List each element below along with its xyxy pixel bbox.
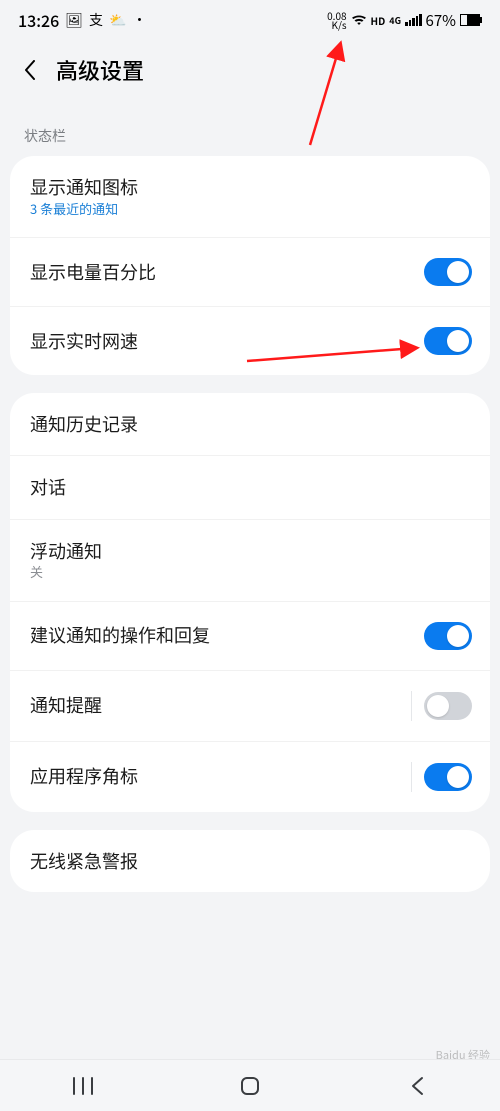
- row-floating-notifications[interactable]: 浮动通知 关: [10, 520, 490, 602]
- nav-recent-button[interactable]: [38, 1060, 128, 1111]
- row-title: 显示电量百分比: [30, 261, 156, 284]
- row-notification-reminder[interactable]: 通知提醒: [10, 671, 490, 742]
- row-subtitle: 3 条最近的通知: [30, 201, 138, 217]
- row-network-speed[interactable]: 显示实时网速: [10, 307, 490, 375]
- page-title: 高级设置: [56, 54, 144, 86]
- toggle-network-speed[interactable]: [424, 327, 472, 355]
- dot-icon: •: [132, 10, 146, 30]
- nav-home-button[interactable]: [205, 1060, 295, 1111]
- card-notifications: 通知历史记录 对话 浮动通知 关 建议通知的操作和回复 通知提醒 应用程序角标: [10, 393, 490, 812]
- nav-back-button[interactable]: [372, 1060, 462, 1111]
- row-subtitle: 关: [30, 564, 102, 580]
- toggle-suggested-actions[interactable]: [424, 622, 472, 650]
- row-notification-history[interactable]: 通知历史记录: [10, 393, 490, 457]
- battery-icon: [460, 14, 482, 26]
- hd-label: HD: [371, 13, 386, 28]
- weather-icon: ⛅: [109, 10, 126, 30]
- toggle-notification-reminder[interactable]: [424, 692, 472, 720]
- row-title: 显示实时网速: [30, 330, 138, 353]
- row-notification-icons[interactable]: 显示通知图标 3 条最近的通知: [10, 156, 490, 238]
- row-title: 通知历史记录: [30, 413, 138, 436]
- row-title: 显示通知图标: [30, 176, 138, 199]
- status-time: 13:26: [18, 8, 59, 32]
- row-conversations[interactable]: 对话: [10, 456, 490, 520]
- signal-icon: [405, 14, 422, 26]
- row-title: 建议通知的操作和回复: [30, 624, 210, 647]
- row-battery-percent[interactable]: 显示电量百分比: [10, 238, 490, 307]
- card-emergency: 无线紧急警报: [10, 830, 490, 893]
- pay-icon: 支: [89, 10, 103, 30]
- sig-label: 4G: [389, 14, 401, 27]
- row-title: 对话: [30, 476, 66, 499]
- card-statusbar: 显示通知图标 3 条最近的通知 显示电量百分比 显示实时网速: [10, 156, 490, 375]
- netspeed-indicator: 0.08 K/s: [327, 11, 346, 29]
- row-title: 无线紧急警报: [30, 850, 138, 873]
- row-title: 浮动通知: [30, 540, 102, 563]
- wifi-icon: [351, 10, 367, 31]
- page-header: 高级设置: [0, 40, 500, 96]
- status-left: 13:26 🖼 支 ⛅ •: [18, 8, 146, 32]
- back-button[interactable]: [18, 58, 42, 82]
- status-bar: 13:26 🖼 支 ⛅ • 0.08 K/s HD 4G 67%: [0, 0, 500, 40]
- image-icon: 🖼: [65, 10, 83, 30]
- toggle-app-badges[interactable]: [424, 763, 472, 791]
- row-wireless-emergency[interactable]: 无线紧急警报: [10, 830, 490, 893]
- divider: [411, 762, 412, 792]
- row-title: 应用程序角标: [30, 765, 138, 788]
- nav-bar: [0, 1059, 500, 1111]
- battery-pct: 67%: [426, 10, 456, 31]
- section-label-statusbar: 状态栏: [0, 96, 500, 154]
- status-right: 0.08 K/s HD 4G 67%: [327, 10, 482, 31]
- row-title: 通知提醒: [30, 694, 102, 717]
- divider: [411, 691, 412, 721]
- row-suggested-actions[interactable]: 建议通知的操作和回复: [10, 602, 490, 671]
- toggle-battery-percent[interactable]: [424, 258, 472, 286]
- row-app-badges[interactable]: 应用程序角标: [10, 742, 490, 812]
